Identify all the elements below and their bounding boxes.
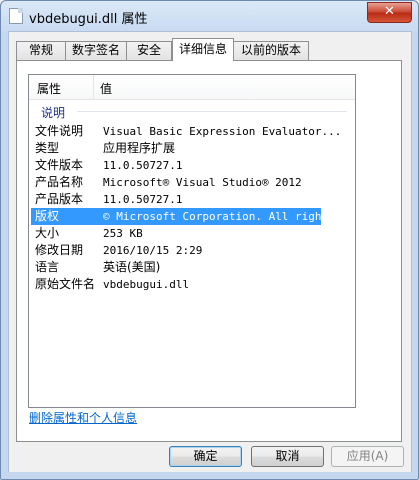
list-item[interactable]: 产品名称 Microsoft® Visual Studio® 2012 (33, 174, 351, 191)
list-item[interactable]: 修改日期 2016/10/15 2:29 (33, 242, 351, 259)
list-header: 属性 值 (29, 75, 355, 100)
list-item[interactable]: 文件说明 Visual Basic Expression Evaluator..… (33, 123, 351, 140)
close-icon: ✕ (384, 4, 395, 19)
property-value: vbdebugui.dll (103, 278, 190, 291)
property-key: 类型 (35, 141, 60, 155)
list-item[interactable]: 大小 253 KB (33, 225, 351, 242)
property-key: 修改日期 (35, 243, 84, 257)
tab-general[interactable]: 常规 (16, 41, 66, 60)
dialog-body: 常规 数字签名 安全 详细信息 以前的版本 属性 值 说明 文件说明 Visua… (8, 31, 412, 472)
list-item[interactable]: 产品版本 11.0.50727.1 (33, 191, 351, 208)
property-value: Microsoft® Visual Studio® 2012 (103, 176, 302, 189)
property-key: 原始文件名 (35, 277, 96, 291)
cancel-button[interactable]: 取消 (251, 446, 324, 467)
tab-security[interactable]: 安全 (126, 41, 172, 60)
window-title: vbdebugui.dll 属性 (29, 12, 148, 27)
ok-button[interactable]: 确定 (169, 446, 242, 467)
close-button[interactable]: ✕ (367, 2, 412, 23)
property-key: 语言 (35, 260, 60, 274)
property-key: 文件版本 (35, 158, 84, 172)
column-header-value[interactable]: 值 (100, 80, 112, 97)
apply-button[interactable]: 应用(A) (331, 446, 404, 467)
details-panel: 属性 值 说明 文件说明 Visual Basic Expression Eva… (16, 60, 402, 442)
property-key: 大小 (35, 226, 60, 240)
group-header-description: 说明 (41, 106, 66, 120)
list-item[interactable]: 原始文件名 vbdebugui.dll (33, 276, 351, 293)
property-value: 11.0.50727.1 (103, 193, 183, 206)
properties-window: vbdebugui.dll 属性 ✕ 常规 数字签名 安全 详细信息 以前的版本… (0, 0, 419, 480)
property-value: 253 KB (103, 227, 143, 240)
property-value: 11.0.50727.1 (103, 159, 183, 172)
list-item-selected[interactable]: 版权 © Microsoft Corporation. All righ... (31, 208, 341, 225)
list-item[interactable]: 类型 应用程序扩展 (33, 140, 351, 157)
column-divider[interactable] (93, 75, 94, 99)
title-bar[interactable]: vbdebugui.dll 属性 ✕ (1, 1, 418, 31)
property-key: 文件说明 (35, 124, 84, 138)
property-value: Visual Basic Expression Evaluator... (103, 125, 342, 138)
remove-properties-link[interactable]: 删除属性和个人信息 (29, 409, 137, 426)
property-key: 版权 (35, 209, 60, 223)
list-item[interactable]: 文件版本 11.0.50727.1 (33, 157, 351, 174)
tab-previous-versions[interactable]: 以前的版本 (233, 41, 309, 60)
tab-digital-signatures[interactable]: 数字签名 (65, 41, 127, 60)
property-value: 英语(美国) (103, 260, 161, 274)
property-value: © Microsoft Corporation. All righ... (103, 210, 342, 223)
tab-details[interactable]: 详细信息 (172, 38, 234, 61)
property-value: 2016/10/15 2:29 (103, 244, 203, 257)
property-key: 产品名称 (35, 175, 84, 189)
property-list[interactable]: 属性 值 说明 文件说明 Visual Basic Expression Eva… (28, 74, 356, 408)
group-divider (77, 111, 347, 112)
list-item[interactable]: 语言 英语(美国) (33, 259, 351, 276)
property-value: 应用程序扩展 (103, 141, 176, 155)
column-header-property[interactable]: 属性 (37, 80, 61, 97)
property-key: 产品版本 (35, 192, 84, 206)
file-icon (9, 8, 23, 24)
